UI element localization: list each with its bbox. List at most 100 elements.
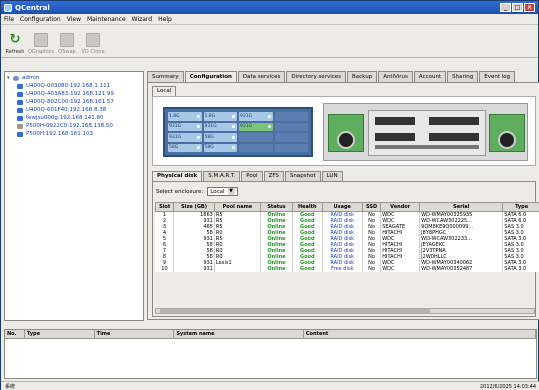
qgraphics-button[interactable]: QGraphics — [28, 33, 54, 55]
drive-bay[interactable]: 58G — [203, 133, 237, 142]
drive-bay[interactable] — [239, 133, 273, 142]
table-cell: Online — [260, 266, 293, 272]
menu-wizard[interactable]: Wizard — [132, 16, 152, 23]
drive-bay[interactable]: 931G — [203, 122, 237, 131]
enclosure-dropdown[interactable]: Local ▼ — [207, 187, 238, 196]
swap-icon — [60, 33, 74, 47]
menu-maintenance[interactable]: Maintenance — [87, 16, 126, 23]
status-time: 2012/6/2025 14:03:44 — [479, 383, 536, 390]
clone-icon — [86, 33, 100, 47]
server-icon — [17, 91, 23, 97]
status-left: 系统 — [5, 384, 16, 390]
fan-icon — [498, 131, 516, 149]
drive-bay[interactable] — [274, 133, 308, 142]
graphics-icon — [34, 33, 48, 47]
subtab-zfs[interactable]: ZFS — [263, 171, 284, 181]
log-column-header[interactable]: Time — [95, 330, 175, 338]
tab-summary[interactable]: Summary — [147, 71, 184, 82]
tree-root[interactable]: ▾ admin — [7, 74, 141, 82]
log-column-header[interactable]: No. — [5, 330, 25, 338]
physical-disk-table: Slot Size (GB) Pool name Status Health Usage S… — [154, 202, 539, 272]
led-icon — [232, 135, 235, 139]
column-header[interactable]: Type — [502, 202, 539, 212]
drive-bay[interactable]: 931G — [168, 133, 202, 142]
drive-bay[interactable] — [274, 122, 308, 131]
toolbar: ↻ Refresh QGraphics QSwap VD Clone — [1, 25, 538, 58]
tab-directory-services[interactable]: Directory services — [286, 71, 347, 82]
column-header[interactable]: Health — [291, 202, 323, 212]
column-header[interactable]: Status — [259, 202, 293, 212]
tab-account[interactable]: Account — [413, 71, 447, 82]
column-header[interactable]: Size (GB) — [173, 202, 215, 212]
subtab-lun[interactable]: LUN — [321, 171, 343, 181]
tree-item-device[interactable]: P500H-0922C0:192.168.138.50 — [7, 122, 141, 130]
log-column-header[interactable]: Type — [25, 330, 95, 338]
column-header[interactable]: Vendor — [380, 202, 421, 212]
tab-backup[interactable]: Backup — [347, 71, 378, 82]
server-icon — [17, 131, 23, 137]
power-supply-left — [328, 114, 364, 152]
drive-bay[interactable] — [274, 143, 308, 152]
column-header[interactable]: Slot — [154, 202, 175, 212]
subtab-physical-disk[interactable]: Physical disk — [152, 171, 203, 181]
column-header[interactable]: SSD — [361, 202, 382, 212]
tree-item-device[interactable]: U400Q-403A83:192.168.121.99 — [7, 90, 141, 98]
drive-bay[interactable]: 931G — [239, 112, 273, 121]
maximize-button[interactable]: □ — [512, 3, 523, 12]
tree-item-device[interactable]: P500H:192.168.161.103 — [7, 130, 141, 138]
enclosure-front: 1.8G 1.8G 931G 931G 931G 931G 931G 58G 58G 58G — [163, 107, 313, 157]
tree-item-device[interactable]: tewjsu000g:192.168.141.80 — [7, 114, 141, 122]
configuration-panel: Local 1.8G 1.8G 931G 931G 931G 931G 931G 58G 58G… — [147, 82, 539, 320]
drive-bay[interactable]: 58G — [203, 143, 237, 152]
log-column-header[interactable]: System name — [174, 330, 304, 338]
app-window: QCentral _ □ × File Configuration View M… — [0, 0, 539, 390]
controller-board — [368, 110, 486, 156]
close-button[interactable]: × — [524, 3, 535, 12]
tree-item-device[interactable]: U400Q-601F40:192.168.8.38 — [7, 106, 141, 114]
table-cell: WD-WMAY00352487 — [419, 266, 504, 272]
horizontal-scrollbar[interactable] — [155, 308, 535, 314]
tab-event-log[interactable]: Event log — [479, 71, 516, 82]
vd-clone-button[interactable]: VD Clone — [81, 33, 105, 55]
menu-file[interactable]: File — [4, 16, 14, 23]
tree-item-device[interactable]: U400Q-802C00:192.168.161.57 — [7, 98, 141, 106]
tab-configuration[interactable]: Configuration — [184, 71, 237, 82]
server-icon — [17, 107, 23, 113]
status-bar: 系统 2012/6/2025 14:03:44 — [1, 381, 539, 390]
column-header[interactable]: Serial — [419, 202, 504, 212]
drive-bay[interactable] — [274, 112, 308, 121]
tab-antivirus[interactable]: AntiVirus — [378, 71, 413, 82]
column-header[interactable]: Usage — [321, 202, 363, 212]
fan-icon — [337, 131, 355, 149]
drive-bay[interactable]: 1.8G — [203, 112, 237, 121]
drive-bay[interactable]: 58G — [168, 143, 202, 152]
menu-view[interactable]: View — [67, 16, 81, 23]
tab-local[interactable]: Local — [152, 86, 177, 96]
tab-data-services[interactable]: Data services — [237, 71, 286, 82]
drive-bay[interactable]: 931G — [168, 122, 202, 131]
log-column-header[interactable]: Content — [304, 330, 536, 338]
column-header[interactable]: Pool name — [213, 202, 261, 212]
qswap-button[interactable]: QSwap — [56, 33, 78, 55]
menu-configuration[interactable]: Configuration — [20, 16, 61, 23]
window-title: QCentral — [15, 3, 50, 12]
table-row[interactable]: 10 931 Online Good Free disk No WDC WD-WMAY0035… — [155, 266, 539, 272]
server-icon — [17, 115, 23, 121]
tree-item-device[interactable]: U400Q-003080:192.168.1.111 — [7, 82, 141, 90]
subtab-snapshot[interactable]: Snapshot — [284, 171, 321, 181]
subtab-s-m-a-r-t-[interactable]: S.M.A.R.T. — [203, 171, 241, 181]
drive-bay[interactable]: 1.8G — [168, 112, 202, 121]
device-tree[interactable]: ▾ admin U400Q-003080:192.168.1.111 U400Q-… — [4, 71, 144, 321]
drive-bay[interactable]: 931G — [239, 122, 273, 131]
led-icon — [232, 114, 235, 118]
drive-bay[interactable] — [239, 143, 273, 152]
refresh-icon: ↻ — [9, 32, 21, 47]
table-cell: 931 — [173, 266, 215, 272]
led-icon — [232, 146, 235, 150]
refresh-button[interactable]: ↻ Refresh — [4, 32, 26, 56]
menu-help[interactable]: Help — [158, 16, 172, 23]
tab-sharing[interactable]: Sharing — [447, 71, 479, 82]
led-icon — [196, 114, 200, 118]
subtab-pool[interactable]: Pool — [241, 171, 263, 181]
minimize-button[interactable]: _ — [500, 3, 511, 12]
